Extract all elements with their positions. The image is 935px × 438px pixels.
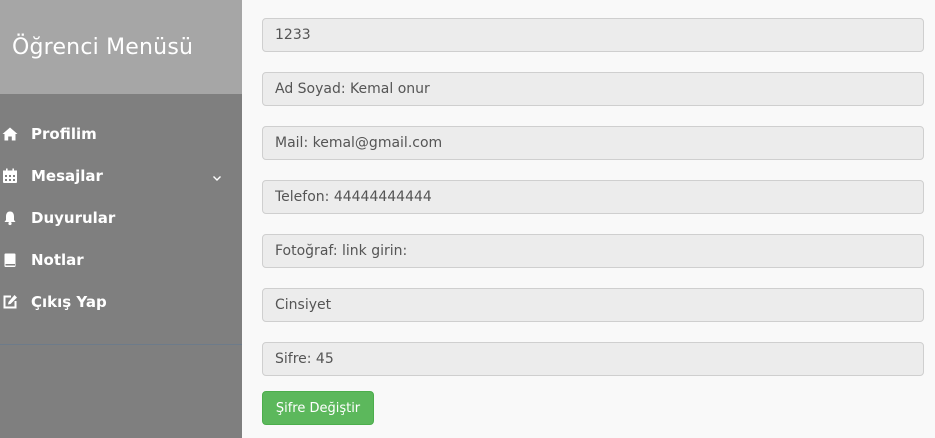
chevron-down-icon[interactable]: [211, 169, 223, 181]
book-icon: [2, 252, 18, 268]
gender-field[interactable]: [262, 288, 924, 322]
sidebar-item-label: Mesajlar: [31, 167, 103, 185]
sidebar-menu: Profilim Mesajlar Duyurular Notlar Çıkış…: [0, 113, 242, 323]
edit-icon: [2, 294, 18, 310]
sidebar-item-notlar[interactable]: Notlar: [0, 239, 242, 281]
sidebar-item-label: Çıkış Yap: [31, 293, 107, 311]
password-field[interactable]: [262, 342, 924, 376]
sidebar: Öğrenci Menüsü Profilim Mesajlar Duyurul…: [0, 0, 242, 438]
calendar-icon: [2, 168, 18, 184]
sidebar-item-duyurular[interactable]: Duyurular: [0, 197, 242, 239]
sidebar-item-cikis-yap[interactable]: Çıkış Yap: [0, 281, 242, 323]
sidebar-item-label: Profilim: [31, 125, 97, 143]
sidebar-item-mesajlar[interactable]: Mesajlar: [0, 155, 242, 197]
sidebar-item-label: Duyurular: [31, 209, 116, 227]
change-password-button[interactable]: Şifre Değiştir: [262, 391, 374, 425]
email-field[interactable]: [262, 126, 924, 160]
sidebar-header: Öğrenci Menüsü: [0, 0, 242, 94]
phone-field[interactable]: [262, 180, 924, 214]
sidebar-title: Öğrenci Menüsü: [12, 34, 194, 60]
student-number-field[interactable]: [262, 18, 924, 52]
sidebar-divider: [0, 344, 242, 345]
photo-link-field[interactable]: [262, 234, 924, 268]
bell-icon: [2, 210, 18, 226]
profile-form: [262, 18, 924, 396]
home-icon: [2, 126, 18, 142]
sidebar-item-label: Notlar: [31, 251, 84, 269]
name-field[interactable]: [262, 72, 924, 106]
sidebar-item-profilim[interactable]: Profilim: [0, 113, 242, 155]
